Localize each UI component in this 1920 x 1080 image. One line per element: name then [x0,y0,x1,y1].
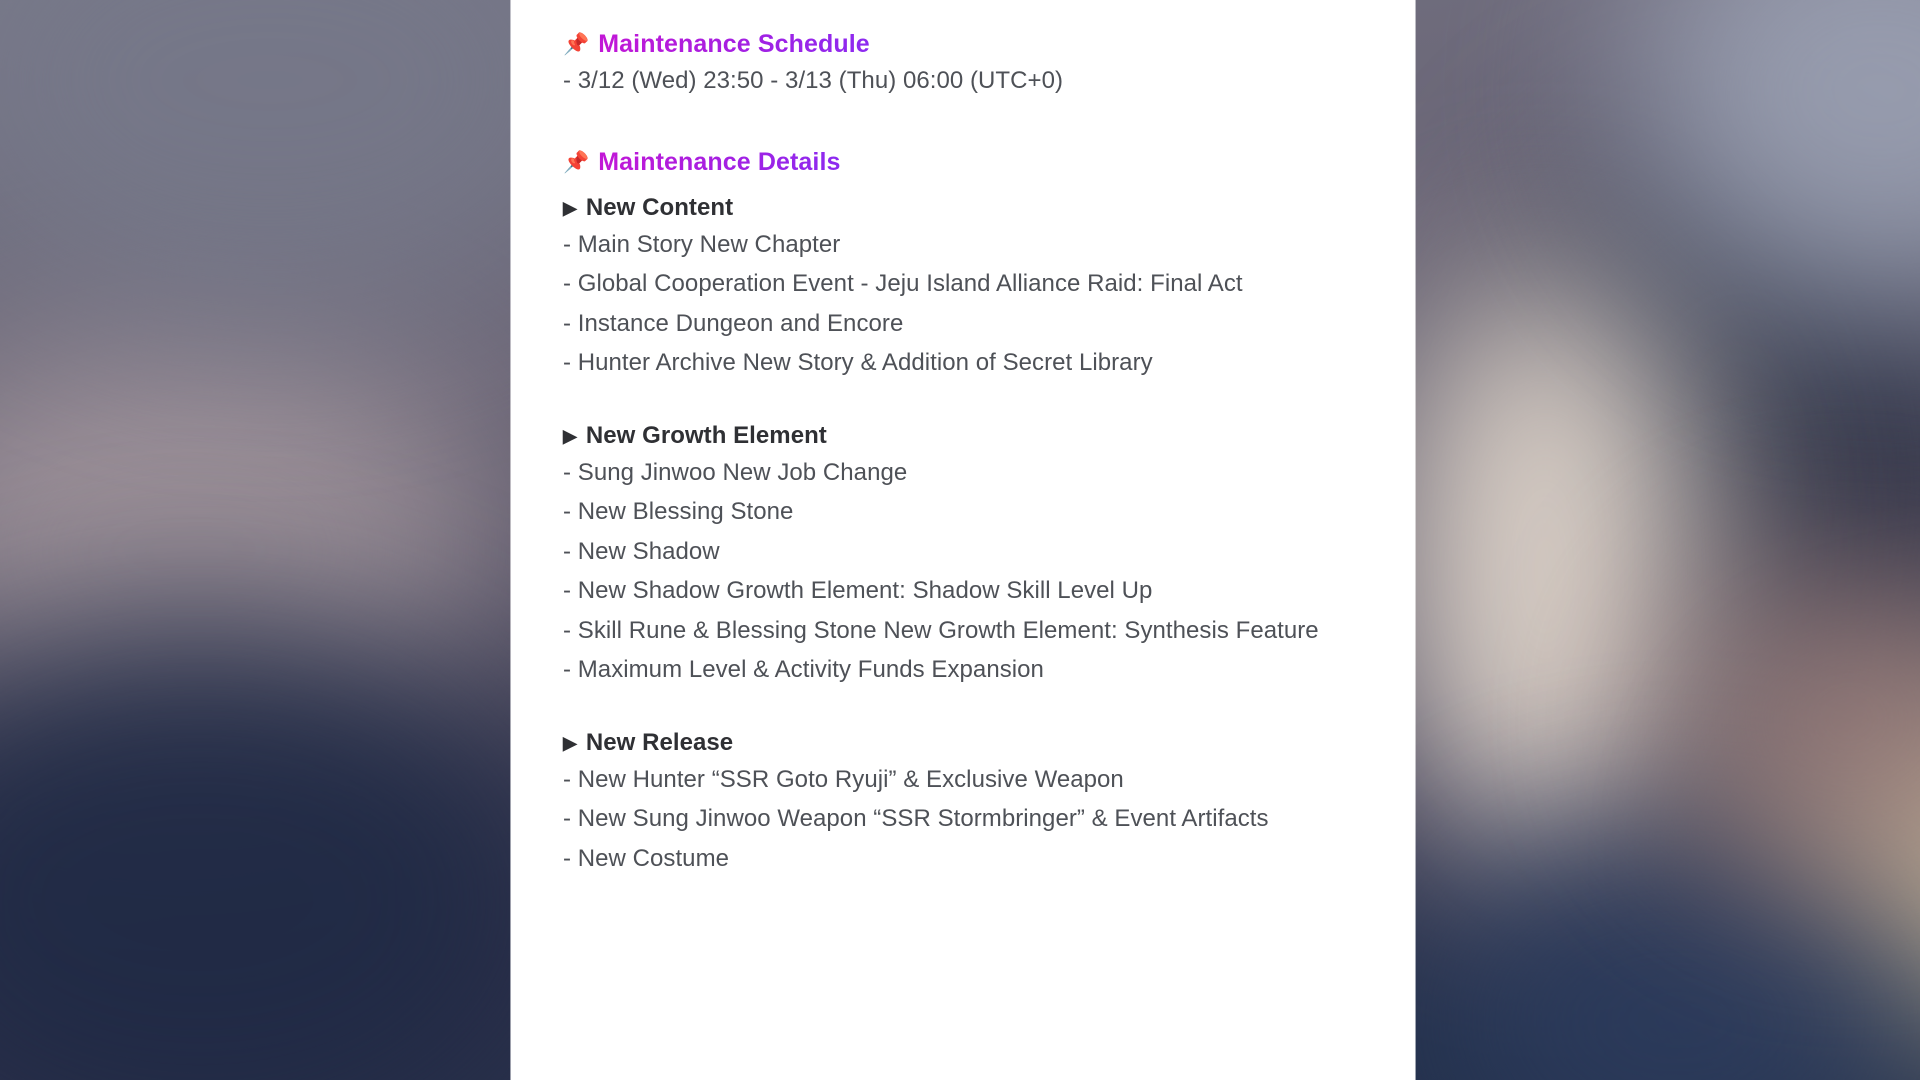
section-new-release: ▶ New Release - New Hunter “SSR Goto Ryu… [563,726,1363,879]
section-gap-2 [563,179,1363,191]
section-new-content: ▶ New Content - Main Story New Chapter -… [563,191,1363,383]
new-growth-element-heading-text: New Growth Element [585,421,827,449]
section-maintenance-schedule: 📌 Maintenance Schedule - 3/12 (Wed) 23:5… [563,27,1363,101]
maintenance-notice-article: 📌 Maintenance Schedule - 3/12 (Wed) 23:5… [511,0,1415,878]
list-item: - Global Cooperation Event - Jeju Island… [563,270,1243,297]
maintenance-details-heading-text: Maintenance Details [598,145,840,179]
section-gap-1 [563,101,1363,145]
maintenance-details-heading: 📌 Maintenance Details [563,145,1363,179]
list-item: - Skill Rune & Blessing Stone New Growth… [563,616,1319,644]
list-item: - New Shadow [563,537,720,565]
list-item: - Instance Dungeon and Encore [563,309,904,337]
pushpin-icon: 📌 [563,150,590,174]
arrow-right-icon: ▶ [563,732,577,753]
maintenance-schedule-heading-text: Maintenance Schedule [598,27,870,61]
section-gap-4 [563,690,1363,726]
list-item: - New Shadow Growth Element: Shadow Skil… [563,577,1153,604]
list-item: - Sung Jinwoo New Job Change [563,458,908,486]
maintenance-schedule-window: - 3/12 (Wed) 23:50 - 3/13 (Thu) 06:00 (U… [563,67,1064,94]
list-item: - Maximum Level & Activity Funds Expansi… [563,656,1044,683]
new-content-heading: ▶ New Content [563,191,1363,225]
list-item: - New Sung Jinwoo Weapon “SSR Stormbring… [563,805,1269,832]
arrow-right-icon: ▶ [563,197,577,218]
top-spacer [563,0,1363,27]
notice-panel: 📌 Maintenance Schedule - 3/12 (Wed) 23:5… [511,0,1415,1080]
list-item: - New Blessing Stone [563,498,794,525]
list-item: - New Costume [563,844,730,872]
section-gap-3 [563,383,1363,419]
new-content-heading-text: New Content [585,193,734,221]
section-new-growth-element: ▶ New Growth Element - Sung Jinwoo New J… [563,419,1363,690]
background-blob-highlight-right [1380,260,1710,880]
list-item: - New Hunter “SSR Goto Ryuji” & Exclusiv… [563,765,1124,793]
list-item: - Main Story New Chapter [563,230,841,258]
new-growth-element-heading: ▶ New Growth Element [563,419,1363,453]
list-item: - Hunter Archive New Story & Addition of… [563,349,1153,376]
new-release-heading: ▶ New Release [563,726,1363,760]
section-maintenance-details: 📌 Maintenance Details [563,145,1363,179]
arrow-right-icon: ▶ [563,425,577,446]
maintenance-schedule-heading: 📌 Maintenance Schedule [563,27,1363,61]
pushpin-icon: 📌 [563,33,590,56]
new-release-heading-text: New Release [585,728,734,756]
